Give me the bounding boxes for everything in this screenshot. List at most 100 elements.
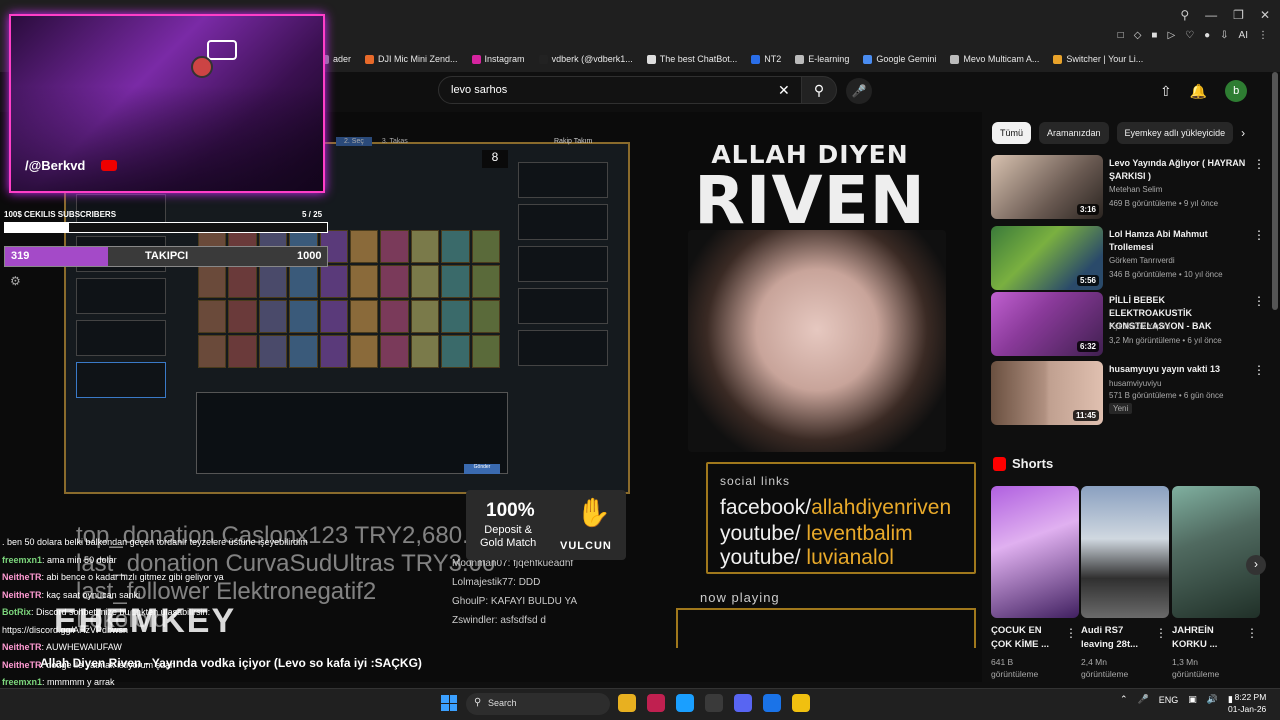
tray-overflow-icon[interactable]: ⌃ — [1120, 694, 1128, 705]
recommended-video[interactable]: 11:45 husamyuyu yayın vakti 13 husamviyu… — [991, 361, 1271, 425]
bookmark-favicon-icon — [365, 54, 375, 64]
search-button[interactable]: ⚲ — [801, 76, 837, 104]
network-icon[interactable]: ▣ — [1188, 694, 1197, 705]
channel-name[interactable]: husamviyuviyu — [1109, 379, 1161, 388]
short-title[interactable]: Audi RS7 leaving 28t... — [1081, 624, 1151, 652]
taskbar-clock[interactable]: 8:22 PM 01-Jan-26 — [1228, 691, 1266, 715]
system-tray: ⌃ 🎤 ENG ▣ 🔊 ▮ — [1120, 694, 1233, 705]
bookmark-item[interactable]: Mevo Multicam A... — [950, 54, 1039, 64]
filter-chips: Tümü Aramanızdan Eyemkey adlı yükleyicid… — [992, 122, 1245, 144]
restore-button[interactable]: ❐ — [1233, 8, 1244, 22]
close-button[interactable]: ✕ — [1260, 8, 1270, 22]
short-thumbnail[interactable] — [1081, 486, 1169, 618]
more-options-icon[interactable]: ⋮ — [1246, 626, 1258, 640]
upload-icon[interactable]: ⇧ — [1160, 83, 1172, 100]
voice-search-button[interactable]: 🎤 — [846, 78, 872, 104]
bookmark-item[interactable]: E-learning — [795, 54, 849, 64]
settings-gear-icon[interactable]: ⚙ — [10, 274, 21, 288]
microphone-icon[interactable]: 🎤 — [1138, 694, 1149, 705]
channel-name[interactable]: Metehan Selim — [1109, 185, 1162, 194]
champion-portrait — [471, 230, 500, 263]
search-input[interactable] — [438, 76, 802, 104]
recommended-video[interactable]: 3:16 Levo Yayında Ağlıyor ( HAYRAN ŞARKI… — [991, 155, 1271, 219]
bookmark-item[interactable]: NT2 — [751, 54, 781, 64]
shield-icon[interactable]: ■ — [1151, 30, 1157, 41]
bookmark-item[interactable]: vdberk (@vdberk1... — [538, 54, 633, 64]
champion-portrait — [349, 335, 379, 368]
page-scrollbar[interactable] — [1272, 72, 1278, 310]
more-options-icon[interactable]: ⋮ — [1253, 294, 1265, 308]
ai-icon[interactable]: AI — [1239, 30, 1248, 41]
short-title[interactable]: JAHREİN KORKU ... — [1172, 624, 1242, 652]
short-thumbnail[interactable] — [991, 486, 1079, 618]
bookmark-item[interactable]: Instagram — [471, 54, 525, 64]
extension-icon[interactable]: □ — [1118, 30, 1124, 41]
volume-icon[interactable]: 🔊 — [1207, 694, 1218, 705]
bookmark-favicon-icon — [471, 54, 481, 64]
video-thumbnail[interactable]: 3:16 — [991, 155, 1103, 219]
video-thumbnail[interactable]: 5:56 — [991, 226, 1103, 290]
chip-from-search[interactable]: Aramanızdan — [1039, 122, 1109, 144]
language-indicator[interactable]: ENG — [1159, 695, 1179, 705]
more-options-icon[interactable]: ⋮ — [1253, 228, 1265, 242]
play-icon[interactable]: ▷ — [1167, 30, 1175, 41]
more-options-icon[interactable]: ⋮ — [1253, 363, 1265, 377]
video-title[interactable]: Lol Hamza Abi Mahmut Trollemesi — [1109, 228, 1249, 254]
taskbar-app-icon[interactable] — [763, 694, 781, 712]
more-options-icon[interactable]: ⋮ — [1155, 626, 1167, 640]
chat-text: AUWHEWAIUFAW — [46, 642, 122, 652]
bookmark-item[interactable]: The best ChatBot... — [646, 54, 737, 64]
channel-name[interactable]: Aşk Müzik Yapım — [1109, 322, 1170, 331]
avatar[interactable]: b — [1225, 80, 1248, 102]
social-links-title: social links — [720, 474, 791, 488]
recommended-video[interactable]: 5:56 Lol Hamza Abi Mahmut Trollemesi Gör… — [991, 226, 1271, 290]
heart-icon[interactable]: ♡ — [1185, 30, 1194, 41]
more-options-icon[interactable]: ⋮ — [1065, 626, 1077, 640]
chip-uploader[interactable]: Eyemkey adlı yükleyicide — [1116, 122, 1234, 144]
channel-name[interactable]: Görkem Tanrıverdi — [1109, 256, 1175, 265]
extension-icon[interactable]: ◇ — [1134, 30, 1142, 41]
champion-portrait — [471, 335, 500, 368]
menu-icon[interactable]: ⋮ — [1258, 30, 1268, 41]
chip-all[interactable]: Tümü — [992, 122, 1032, 144]
download-icon[interactable]: ⇩ — [1220, 30, 1228, 41]
more-options-icon[interactable]: ⋮ — [1253, 157, 1265, 171]
overlay-chat-line: Lolmajestik77: DDD — [452, 577, 541, 588]
video-title: Allah Diyen Riven - Yayında vodka içiyor… — [40, 656, 422, 670]
champion-portrait — [289, 335, 318, 368]
taskbar-app-icon[interactable] — [647, 694, 665, 712]
video-thumbnail[interactable]: 11:45 — [991, 361, 1103, 425]
short-title[interactable]: ÇOCUK EN ÇOK KİME ... — [991, 624, 1061, 652]
chevron-right-icon[interactable]: › — [1241, 126, 1245, 140]
taskbar-search[interactable]: ⚲ Search — [466, 693, 610, 715]
taskbar-app-icon[interactable] — [705, 694, 723, 712]
stream-chat-overlay: Moonman07: fjqehfkueadhf Lolmajestik77: D… — [452, 554, 577, 630]
taskbar-app-icon[interactable] — [676, 694, 694, 712]
notifications-bell-icon[interactable]: 🔔 — [1190, 83, 1207, 100]
champion-portrait — [380, 265, 409, 298]
chat-text: ama min 50 dolar — [47, 554, 117, 565]
chat-username: freemxn1 — [2, 677, 43, 687]
champion-portrait — [319, 300, 348, 333]
bookmark-favicon-icon — [863, 54, 873, 64]
profile-icon[interactable]: ● — [1204, 30, 1210, 41]
minimize-button[interactable]: — — [1205, 8, 1217, 22]
taskbar-app-icon[interactable] — [792, 694, 810, 712]
video-title[interactable]: husamyuyu yayın vakti 13 — [1109, 363, 1249, 376]
recommended-video[interactable]: 6:32 PİLLİ BEBEK ELEKTROAKUSTİK KONSTELA… — [991, 292, 1271, 356]
video-title[interactable]: Levo Yayında Ağlıyor ( HAYRAN ŞARKISI ) — [1109, 157, 1249, 183]
taskbar-app-icon[interactable] — [618, 694, 636, 712]
shorts-next-button[interactable]: › — [1246, 555, 1266, 575]
champion-portrait — [349, 300, 379, 333]
video-thumbnail[interactable]: 6:32 — [991, 292, 1103, 356]
bookmark-item[interactable]: Switcher | Your Li... — [1053, 54, 1143, 64]
clear-search-icon[interactable]: ✕ — [778, 82, 790, 99]
bookmark-label: vdberk (@vdberk1... — [551, 54, 633, 64]
short-thumbnail[interactable] — [1172, 486, 1260, 618]
champion-portrait — [471, 265, 500, 298]
windows-start-button[interactable] — [441, 695, 457, 711]
bookmark-item[interactable]: DJI Mic Mini Zend... — [365, 54, 458, 64]
bookmark-item[interactable]: Google Gemini — [863, 54, 936, 64]
taskbar-app-icon[interactable] — [734, 694, 752, 712]
zoom-icon[interactable]: ⚲ — [1180, 8, 1189, 22]
